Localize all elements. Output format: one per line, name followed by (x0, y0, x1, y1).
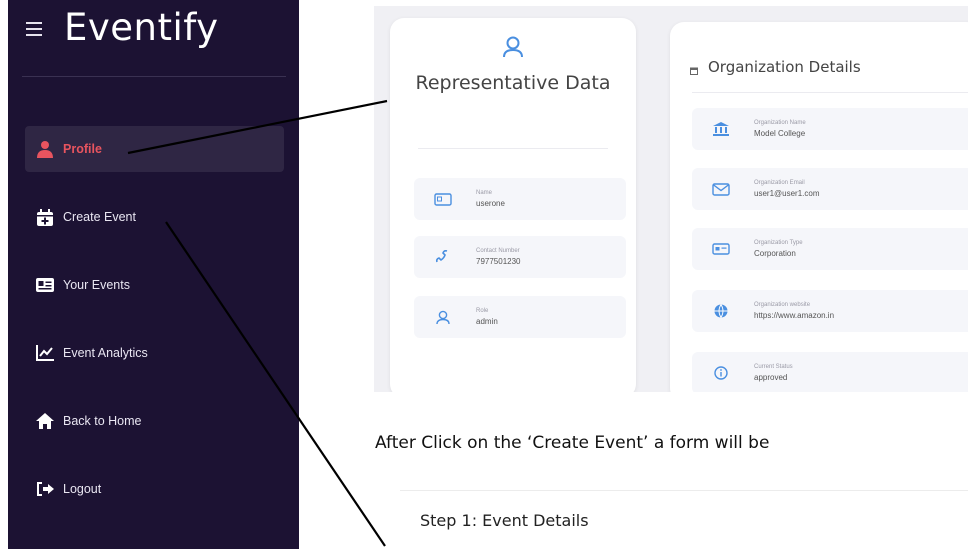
callout-line-create-event (165, 221, 386, 547)
callout-line-profile (127, 99, 388, 155)
callout-lines (127, 99, 388, 547)
